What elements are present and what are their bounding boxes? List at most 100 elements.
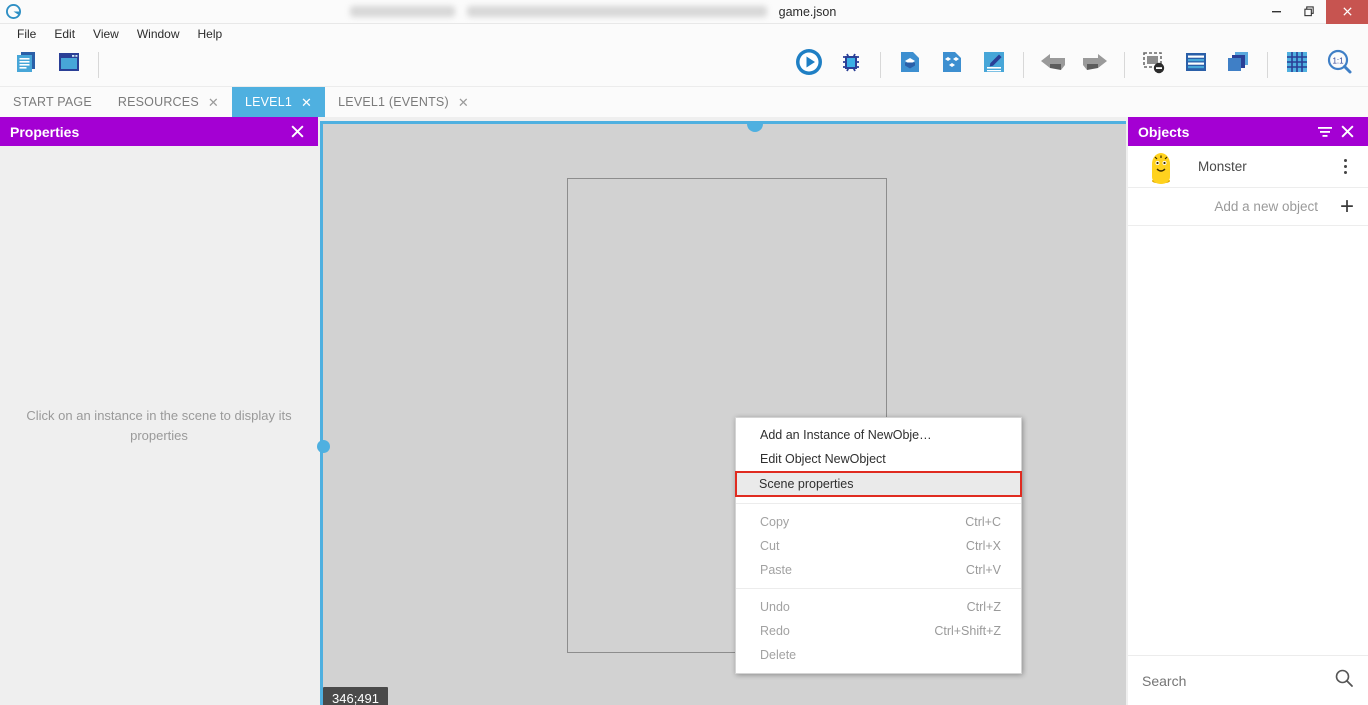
menu-window[interactable]: Window bbox=[128, 25, 189, 43]
preview-button[interactable] bbox=[792, 48, 826, 82]
zoom-reset-1to1-icon: 1:1 bbox=[1325, 48, 1353, 81]
minimize-button[interactable] bbox=[1260, 0, 1293, 24]
scene-resize-handle-top[interactable] bbox=[747, 124, 763, 132]
properties-panel-body: Click on an instance in the scene to dis… bbox=[0, 146, 318, 705]
search-icon[interactable] bbox=[1334, 668, 1354, 693]
menu-item-label: Undo bbox=[760, 600, 967, 614]
layers-icon bbox=[1225, 49, 1251, 80]
toolbar-separator bbox=[1124, 52, 1125, 78]
kebab-menu-icon[interactable] bbox=[1334, 159, 1356, 174]
menu-bar: File Edit View Window Help bbox=[0, 24, 1368, 43]
zoom-reset-button[interactable]: 1:1 bbox=[1322, 48, 1356, 82]
window-controls bbox=[1260, 0, 1368, 24]
window-title: game.json bbox=[26, 0, 1260, 24]
menu-item-shortcut: Ctrl+X bbox=[966, 539, 1001, 553]
menu-help[interactable]: Help bbox=[189, 25, 232, 43]
svg-text:1:1: 1:1 bbox=[1332, 57, 1344, 66]
redo-button[interactable] bbox=[1078, 48, 1112, 82]
menu-view[interactable]: View bbox=[84, 25, 128, 43]
editor-tab-bar: START PAGE RESOURCES ✕ LEVEL1 ✕ LEVEL1 (… bbox=[0, 87, 1368, 117]
edit-events-icon bbox=[981, 49, 1007, 80]
menu-separator bbox=[736, 588, 1021, 589]
tab-resources[interactable]: RESOURCES ✕ bbox=[105, 87, 232, 117]
context-menu-item-copy[interactable]: Copy Ctrl+C bbox=[736, 510, 1021, 534]
undo-button[interactable] bbox=[1036, 48, 1070, 82]
layers-panel-button[interactable] bbox=[1221, 48, 1255, 82]
title-bar: game.json bbox=[0, 0, 1368, 24]
open-scene-button[interactable] bbox=[893, 48, 927, 82]
edit-events-button[interactable] bbox=[977, 48, 1011, 82]
window-title-text: game.json bbox=[779, 5, 837, 19]
open-scene-icon bbox=[897, 49, 923, 80]
debug-button[interactable] bbox=[834, 48, 868, 82]
objects-panel-header: Objects bbox=[1128, 117, 1368, 146]
close-icon[interactable] bbox=[286, 124, 308, 139]
scene-resize-handle-left[interactable] bbox=[317, 440, 330, 453]
add-new-object-label: Add a new object bbox=[1214, 199, 1318, 214]
context-menu-item-scene-properties[interactable]: Scene properties bbox=[735, 471, 1022, 497]
close-icon[interactable]: ✕ bbox=[301, 96, 312, 109]
menu-item-label: Scene properties bbox=[759, 477, 1000, 491]
menu-item-label: Paste bbox=[760, 563, 966, 577]
context-menu-item-edit-object[interactable]: Edit Object NewObject bbox=[736, 447, 1021, 471]
close-icon[interactable]: ✕ bbox=[458, 96, 469, 109]
menu-edit[interactable]: Edit bbox=[45, 25, 84, 43]
tab-level1[interactable]: LEVEL1 ✕ bbox=[232, 87, 325, 117]
tab-label: LEVEL1 bbox=[245, 95, 292, 109]
open-external-layout-button[interactable] bbox=[935, 48, 969, 82]
tab-level1-events[interactable]: LEVEL1 (EVENTS) ✕ bbox=[325, 87, 482, 117]
tab-label: START PAGE bbox=[13, 95, 92, 109]
menu-item-shortcut: Ctrl+V bbox=[966, 563, 1001, 577]
panel-title: Properties bbox=[10, 124, 286, 140]
toolbar-separator bbox=[1267, 52, 1268, 78]
objects-list: Monster Add a new object + bbox=[1128, 146, 1368, 655]
undo-arrow-icon bbox=[1039, 51, 1067, 78]
application-window: game.json File Edit View Window Hel bbox=[0, 0, 1368, 705]
menu-item-shortcut: Ctrl+C bbox=[965, 515, 1001, 529]
toolbar-separator bbox=[98, 52, 99, 78]
app-logo-icon bbox=[0, 4, 26, 19]
grid-icon bbox=[1284, 49, 1310, 80]
plus-icon[interactable]: + bbox=[1340, 195, 1354, 219]
close-icon[interactable] bbox=[1336, 124, 1358, 139]
menu-item-label: Cut bbox=[760, 539, 966, 553]
grid-toggle-button[interactable] bbox=[1280, 48, 1314, 82]
objects-groups-icon bbox=[1141, 49, 1167, 80]
search-input[interactable] bbox=[1142, 673, 1324, 689]
filter-icon[interactable] bbox=[1314, 124, 1336, 140]
add-new-object-row[interactable]: Add a new object + bbox=[1128, 188, 1368, 226]
context-menu-item-paste[interactable]: Paste Ctrl+V bbox=[736, 558, 1021, 582]
context-menu-item-redo[interactable]: Redo Ctrl+Shift+Z bbox=[736, 619, 1021, 643]
toolbar-left-group bbox=[0, 48, 103, 82]
object-groups-button[interactable] bbox=[1137, 48, 1171, 82]
object-name: Monster bbox=[1182, 159, 1334, 174]
tab-start-page[interactable]: START PAGE bbox=[0, 87, 105, 117]
menu-item-label: Delete bbox=[760, 648, 1001, 662]
properties-list-icon bbox=[1183, 49, 1209, 80]
redacted-path-segment bbox=[350, 6, 455, 17]
toolbar-separator bbox=[1023, 52, 1024, 78]
restore-button[interactable] bbox=[1293, 0, 1326, 24]
tab-label: RESOURCES bbox=[118, 95, 199, 109]
context-menu-item-undo[interactable]: Undo Ctrl+Z bbox=[736, 595, 1021, 619]
close-window-button[interactable] bbox=[1326, 0, 1368, 24]
new-project-button[interactable] bbox=[10, 48, 44, 82]
list-item[interactable]: Monster bbox=[1128, 146, 1368, 188]
properties-panel-button[interactable] bbox=[1179, 48, 1213, 82]
open-project-button[interactable] bbox=[52, 48, 86, 82]
tab-label: LEVEL1 (EVENTS) bbox=[338, 95, 449, 109]
objects-panel: Objects bbox=[1128, 117, 1368, 705]
menu-item-label: Redo bbox=[760, 624, 934, 638]
close-icon[interactable]: ✕ bbox=[208, 96, 219, 109]
context-menu-item-delete[interactable]: Delete bbox=[736, 643, 1021, 667]
scene-context-menu: Add an Instance of NewObje… Edit Object … bbox=[735, 417, 1022, 674]
properties-panel: Properties Click on an instance in the s… bbox=[0, 117, 318, 705]
cursor-coordinates-badge: 346;491 bbox=[323, 687, 388, 705]
context-menu-item-add-instance[interactable]: Add an Instance of NewObje… bbox=[736, 423, 1021, 447]
preview-play-icon bbox=[794, 47, 824, 82]
context-menu-item-cut[interactable]: Cut Ctrl+X bbox=[736, 534, 1021, 558]
menu-file[interactable]: File bbox=[8, 25, 45, 43]
toolbar-separator bbox=[880, 52, 881, 78]
monster-sprite-icon bbox=[1140, 150, 1182, 184]
menu-item-label: Copy bbox=[760, 515, 965, 529]
